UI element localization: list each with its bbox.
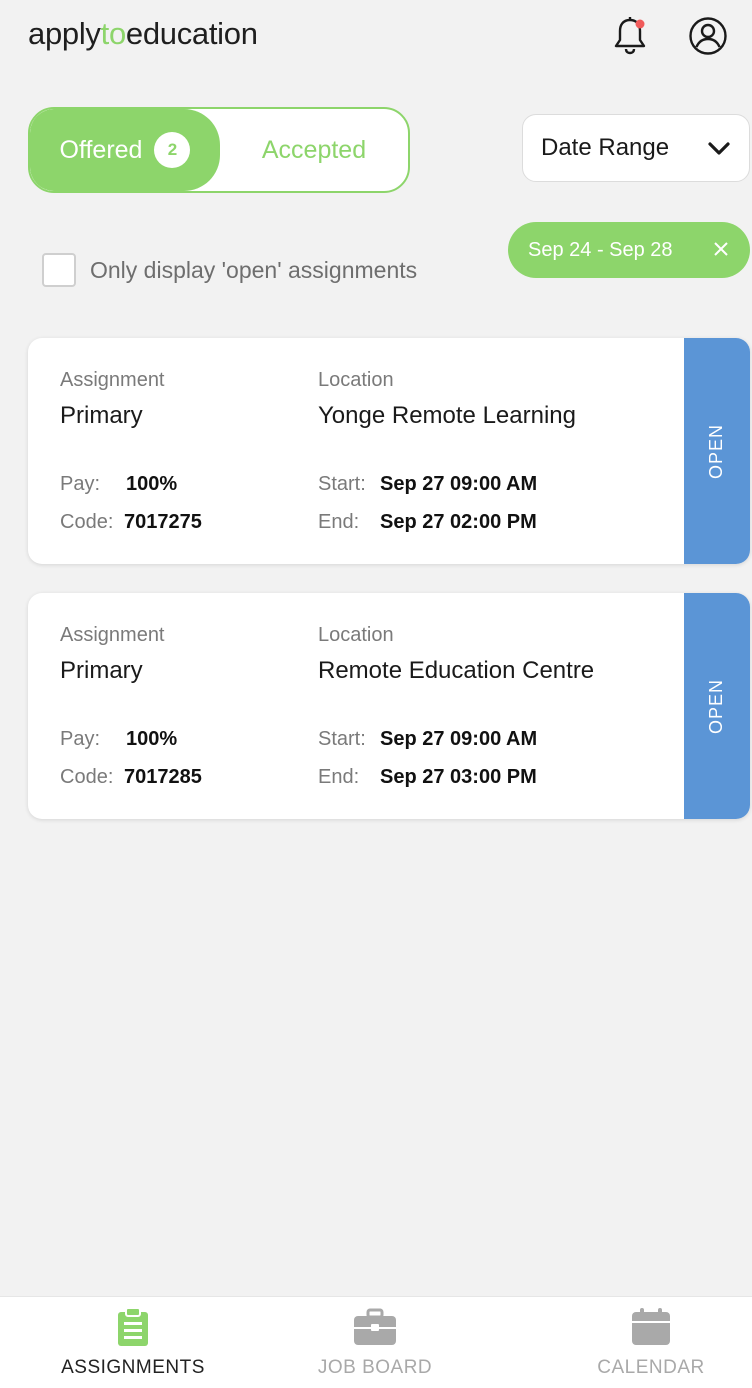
end-value: Sep 27 02:00 PM	[380, 511, 537, 533]
chip-close-icon[interactable]	[708, 236, 734, 262]
end-label: End:	[318, 766, 360, 788]
logo-to: to	[100, 16, 127, 51]
assignment-tabs: Offered 2 Accepted	[28, 107, 410, 193]
start-label: Start:	[318, 728, 366, 750]
app-root: applytoeducation Offered 2 Accepted Date…	[0, 0, 752, 1388]
code-value: 7017285	[124, 766, 202, 788]
code-value: 7017275	[124, 511, 202, 533]
end-value: Sep 27 03:00 PM	[380, 766, 537, 788]
code-label: Code:	[60, 766, 114, 788]
assignment-label: Assignment	[60, 369, 165, 391]
nav-assignments[interactable]: ASSIGNMENTS	[8, 1307, 258, 1388]
nav-job-board-label: JOB BOARD	[317, 1357, 433, 1378]
pay-value: 100%	[126, 728, 178, 750]
app-logo: applytoeducation	[28, 16, 258, 52]
date-range-label: Date Range	[541, 134, 670, 161]
status-text: OPEN	[706, 423, 727, 479]
offered-count-badge: 2	[154, 132, 191, 168]
notifications-button[interactable]	[608, 14, 652, 58]
start-label: Start:	[318, 473, 366, 495]
tab-accepted[interactable]: Accepted	[220, 109, 408, 191]
user-circle-icon	[689, 17, 727, 55]
status-badge: OPEN	[684, 593, 750, 819]
clipboard-icon	[118, 1307, 148, 1346]
briefcase-icon	[354, 1308, 396, 1345]
close-icon	[714, 242, 728, 256]
assignment-label: Assignment	[60, 624, 165, 646]
nav-job-board[interactable]: JOB BOARD	[250, 1307, 500, 1388]
end-label: End:	[318, 511, 360, 533]
date-filter-chip: Sep 24 - Sep 28	[508, 222, 750, 278]
app-header: applytoeducation	[0, 0, 752, 72]
tab-offered[interactable]: Offered 2	[30, 109, 220, 191]
nav-calendar-label: CALENDAR	[597, 1357, 705, 1378]
pay-label: Pay:	[60, 473, 101, 495]
location-value: Yonge Remote Learning	[318, 402, 576, 429]
chevron-down-icon	[708, 142, 730, 155]
location-label: Location	[318, 369, 394, 391]
start-value: Sep 27 09:00 AM	[380, 473, 538, 495]
status-text: OPEN	[706, 678, 727, 734]
open-only-label[interactable]: Only display 'open' assignments	[90, 257, 417, 284]
code-label: Code:	[60, 511, 114, 533]
assignment-value: Primary	[60, 402, 143, 429]
tab-offered-label: Offered	[59, 135, 143, 164]
status-badge: OPEN	[684, 338, 750, 564]
date-filter-chip-label: Sep 24 - Sep 28	[528, 238, 673, 261]
pay-value: 100%	[126, 473, 178, 495]
logo-education: education	[125, 16, 258, 51]
nav-assignments-label: ASSIGNMENTS	[61, 1357, 205, 1378]
assignment-value: Primary	[60, 657, 143, 684]
logo-apply: apply	[28, 16, 101, 51]
location-value: Remote Education Centre	[318, 657, 595, 684]
bottom-nav: ASSIGNMENTS JOB BOARD CALENDAR	[0, 1296, 752, 1388]
location-label: Location	[318, 624, 394, 646]
open-only-filter: Only display 'open' assignments	[42, 252, 417, 288]
start-value: Sep 27 09:00 AM	[380, 728, 538, 750]
calendar-icon	[632, 1308, 670, 1345]
assignment-card[interactable]: Assignment Primary Location Remote Educa…	[28, 593, 750, 819]
assignment-card[interactable]: Assignment Primary Location Yonge Remote…	[28, 338, 750, 564]
tab-accepted-label: Accepted	[261, 135, 367, 164]
bell-icon	[614, 17, 646, 55]
open-only-checkbox[interactable]	[42, 253, 76, 287]
date-range-dropdown[interactable]: Date Range	[522, 114, 750, 182]
notification-dot	[635, 19, 645, 29]
profile-button[interactable]	[686, 14, 730, 58]
pay-label: Pay:	[60, 728, 101, 750]
nav-calendar[interactable]: CALENDAR	[526, 1307, 752, 1388]
